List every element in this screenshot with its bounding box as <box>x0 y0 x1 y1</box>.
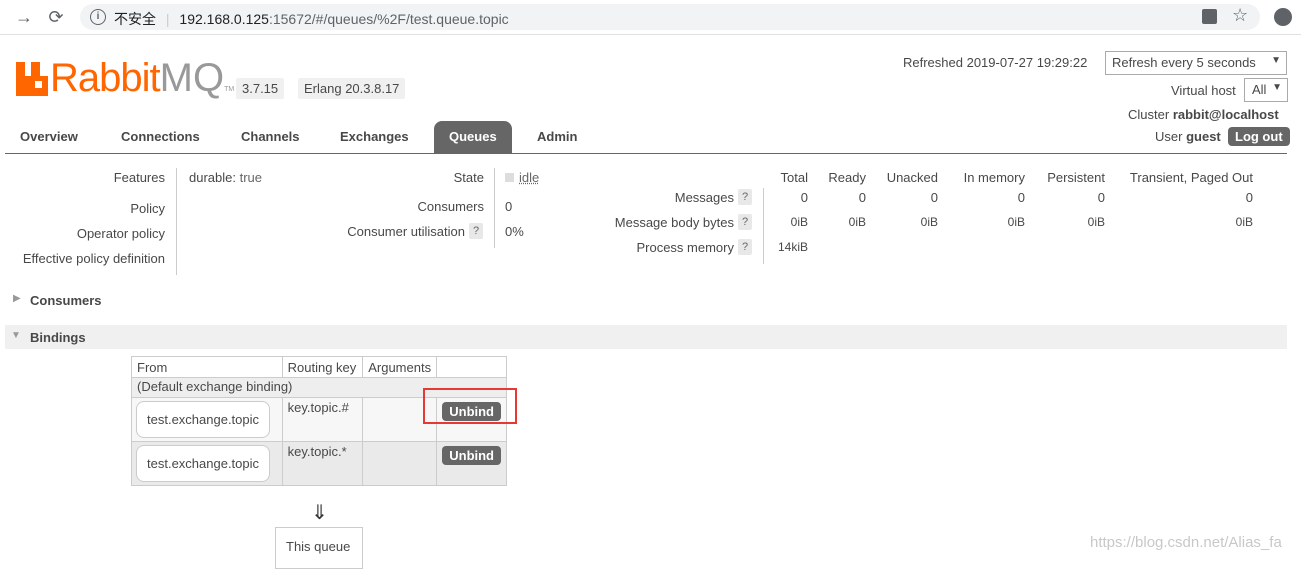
rabbit-logo-icon <box>16 62 48 96</box>
version-badge: 3.7.15 <box>236 78 285 99</box>
process-memory-label: Process memory <box>636 240 734 255</box>
table-row: test.exchange.topic key.topic.* Unbind <box>131 441 507 486</box>
refresh-select-value: Refresh every 5 seconds <box>1112 55 1256 70</box>
stat-value: 0 <box>858 190 866 205</box>
cluster-label: Cluster <box>1128 107 1170 122</box>
security-label: 不安全 <box>114 11 156 27</box>
operator-policy-label: Operator policy <box>76 226 165 241</box>
arguments-cell <box>362 441 438 486</box>
tab-channels[interactable]: Channels <box>241 129 300 144</box>
exchange-link[interactable]: test.exchange.topic <box>136 401 271 438</box>
chevron-down-icon: ▼ <box>1271 55 1281 66</box>
cluster-value: rabbit@localhost <box>1172 107 1279 122</box>
consumer-utilisation-label: Consumer utilisation <box>347 224 465 239</box>
messages-label: Messages <box>674 190 734 205</box>
logo-text-mq: MQ <box>159 56 225 100</box>
reload-icon[interactable]: ⟳ <box>44 5 68 29</box>
cluster-info: Cluster rabbit@localhost <box>1128 107 1279 122</box>
divider <box>176 168 177 275</box>
refresh-select[interactable]: Refresh every 5 seconds ▼ <box>1105 51 1287 75</box>
consumers-value: 0 <box>505 199 513 214</box>
col-arguments: Arguments <box>362 356 438 378</box>
consumers-section-title[interactable]: Consumers <box>30 293 102 308</box>
highlight-box <box>423 388 517 424</box>
col-ready: Ready <box>828 170 866 185</box>
vhost-select-value: All <box>1252 82 1267 97</box>
tab-connections[interactable]: Connections <box>121 129 200 144</box>
vhost-select[interactable]: All ▼ <box>1244 78 1288 102</box>
logo-text-rabbit: Rabbit <box>50 56 161 100</box>
bindings-section-header[interactable]: ▼ Bindings <box>5 325 1287 349</box>
tab-overview[interactable]: Overview <box>20 129 78 144</box>
chevron-down-icon: ▼ <box>1272 82 1282 93</box>
state-label: State <box>453 170 484 185</box>
stat-value: 0 <box>1097 190 1105 205</box>
browser-toolbar: → ⟳ i 不安全 | 192.168.0.125:15672/#/queues… <box>0 0 1301 35</box>
state-indicator-icon <box>505 173 514 182</box>
col-routing-key: Routing key <box>281 356 364 378</box>
col-transient: Transient, Paged Out <box>1129 170 1253 185</box>
translate-icon[interactable] <box>1202 9 1217 24</box>
col-total: Total <box>780 170 808 185</box>
features-label: Features <box>113 170 165 185</box>
exchange-link[interactable]: test.exchange.topic <box>136 445 271 482</box>
col-persistent: Persistent <box>1047 170 1105 185</box>
body-bytes-label: Message body bytes <box>614 215 734 230</box>
stat-value: 0 <box>1245 190 1253 205</box>
features-key: durable: <box>189 170 236 185</box>
stat-value: 0iB <box>1007 215 1025 229</box>
main-tabs: Overview Connections Channels Exchanges … <box>5 121 1287 154</box>
bindings-section-title: Bindings <box>30 330 86 345</box>
utilisation-value: 0% <box>505 224 524 239</box>
stat-value: 0 <box>800 190 808 205</box>
back-arrow-icon[interactable]: → <box>12 5 36 29</box>
refreshed-text: Refreshed 2019-07-27 19:29:22 <box>903 55 1088 70</box>
divider <box>494 168 495 248</box>
col-unacked: Unacked <box>886 170 938 185</box>
stat-value: 0iB <box>848 215 866 229</box>
this-queue-box: This queue <box>275 527 363 569</box>
state-text: idle <box>519 170 540 185</box>
stat-value: 0 <box>1017 190 1025 205</box>
address-bar[interactable]: i 不安全 | 192.168.0.125:15672/#/queues/%2F… <box>80 4 1260 30</box>
stat-value: 0iB <box>920 215 938 229</box>
profile-icon[interactable] <box>1274 8 1292 26</box>
stat-value: 0iB <box>1235 215 1253 229</box>
tab-queues[interactable]: Queues <box>434 121 512 153</box>
vhost-label: Virtual host <box>1171 83 1236 98</box>
down-arrow-icon: ⇓ <box>311 502 328 524</box>
col-from: From <box>131 356 283 378</box>
features-val: true <box>239 170 263 185</box>
info-icon[interactable]: i <box>90 9 106 25</box>
stat-value: 0iB <box>790 215 808 229</box>
routing-key-cell: key.topic.* <box>281 441 364 486</box>
tab-exchanges[interactable]: Exchanges <box>340 129 409 144</box>
divider: | <box>165 11 170 27</box>
url-host: 192.168.0.125 <box>179 11 269 27</box>
star-icon[interactable]: ☆ <box>1232 5 1248 26</box>
chevron-down-icon: ▼ <box>11 330 21 341</box>
consumers-label: Consumers <box>417 199 484 214</box>
stat-value: 0iB <box>1087 215 1105 229</box>
policy-label: Policy <box>130 201 165 216</box>
logo-tm: TM <box>224 86 235 93</box>
this-queue-label: This queue <box>286 539 351 554</box>
stat-value: 0 <box>930 190 938 205</box>
help-icon[interactable]: ? <box>469 223 483 239</box>
col-actions <box>436 356 507 378</box>
stat-value: 14kiB <box>777 240 808 254</box>
routing-key-cell: key.topic.# <box>281 397 364 442</box>
url-path: :15672/#/queues/%2F/test.queue.topic <box>268 11 509 27</box>
effective-policy-label: Effective policy definition <box>22 251 165 266</box>
unbind-button[interactable]: Unbind <box>442 446 501 465</box>
col-in-memory: In memory <box>963 170 1025 185</box>
watermark: https://blog.csdn.net/Alias_fa <box>1090 534 1282 551</box>
chevron-right-icon[interactable]: ▶ <box>13 293 21 304</box>
features-value: durable: true <box>189 170 262 185</box>
state-value: idle <box>505 170 539 185</box>
tab-admin[interactable]: Admin <box>537 129 577 144</box>
erlang-badge: Erlang 20.3.8.17 <box>298 78 406 99</box>
